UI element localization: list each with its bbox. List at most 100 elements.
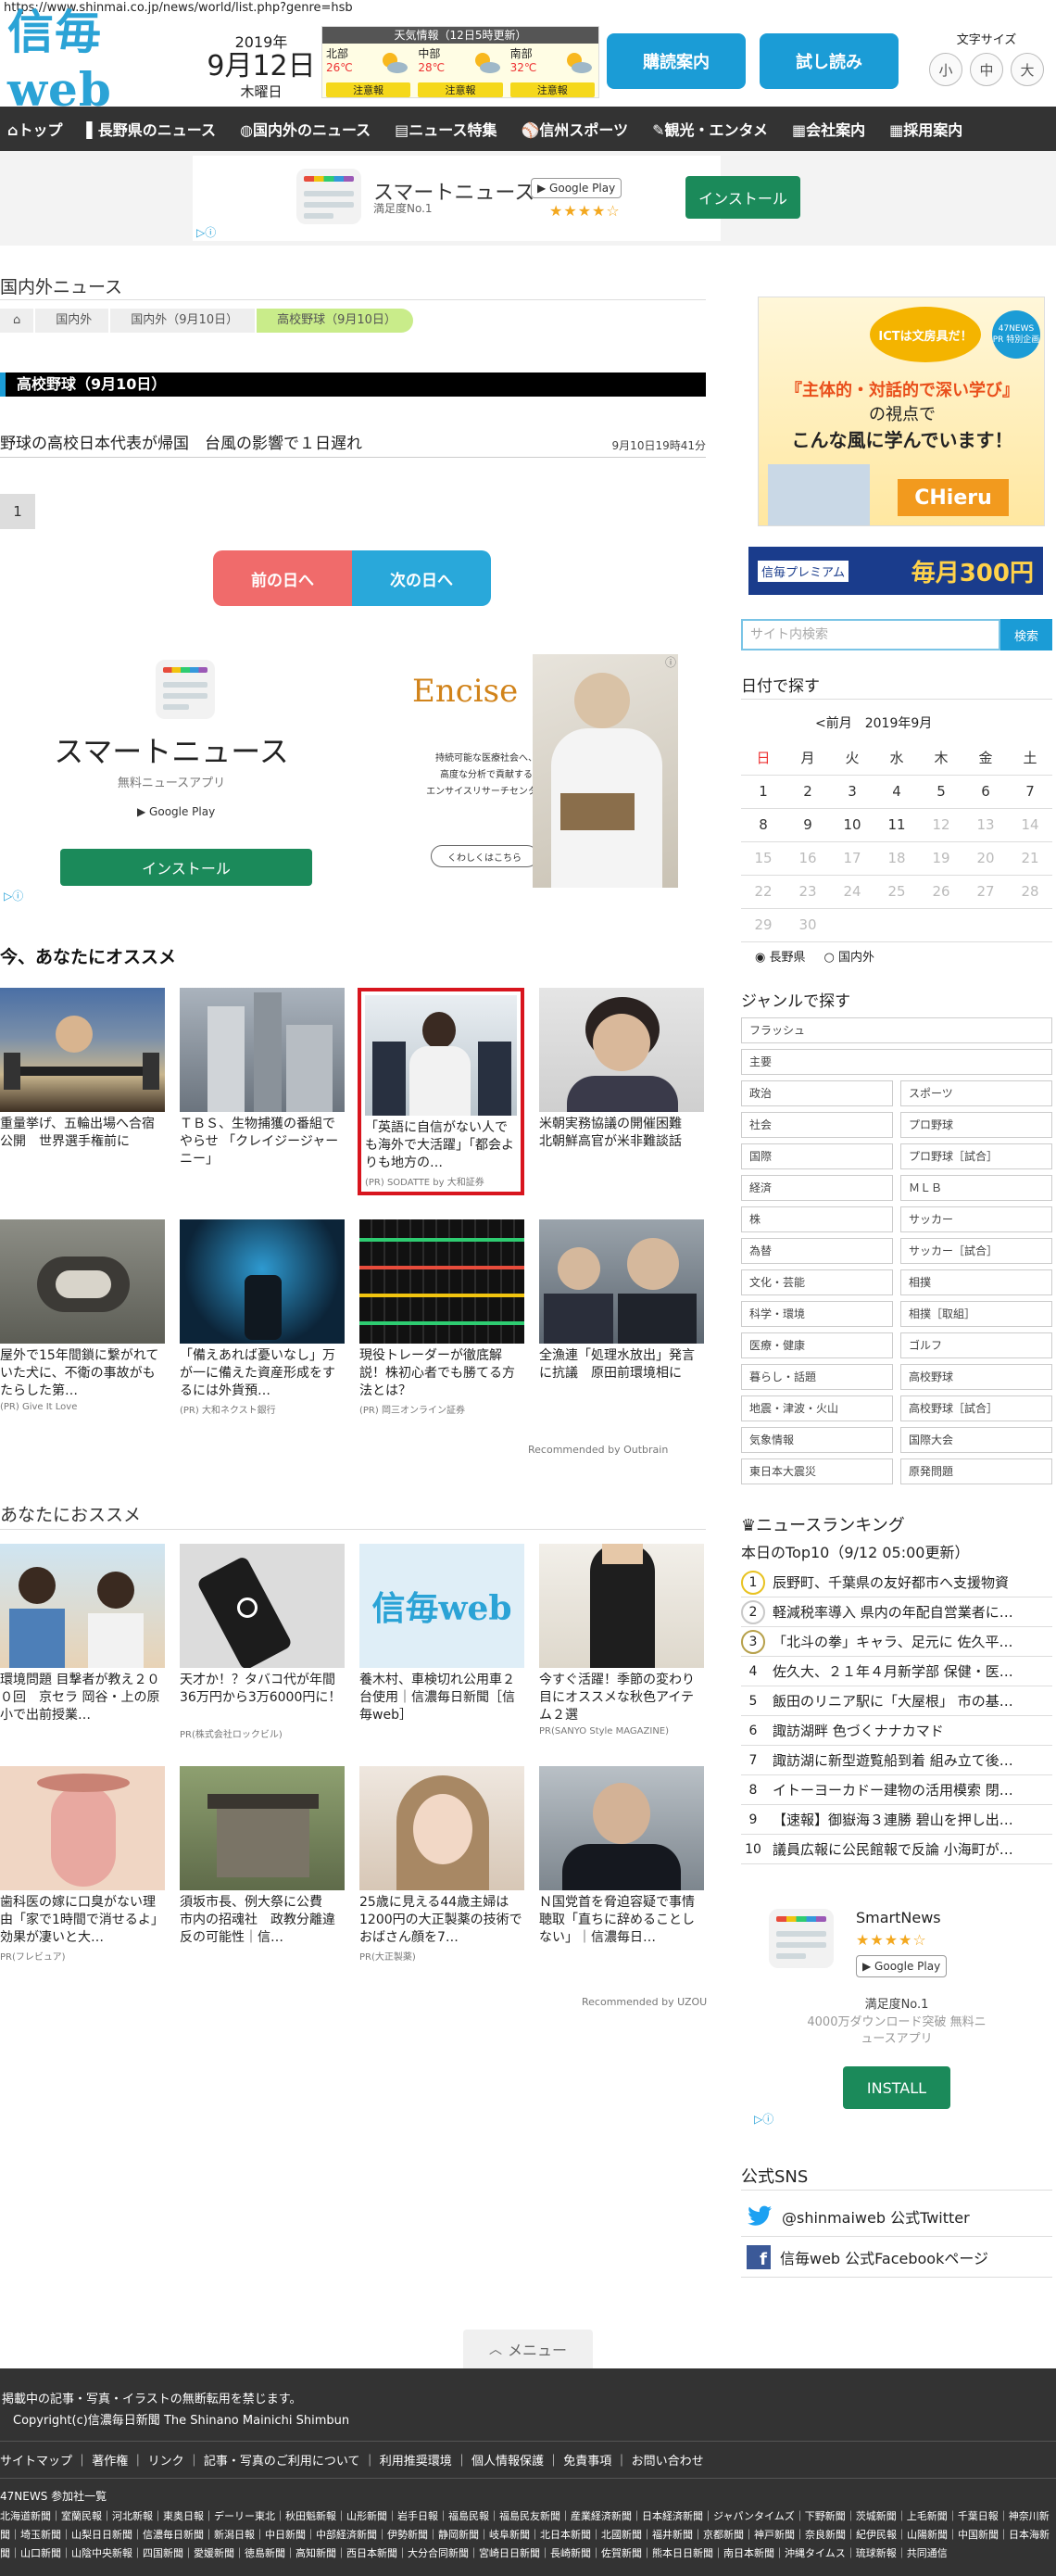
genre-item[interactable]: 国際	[741, 1143, 893, 1169]
top-ad-banner[interactable]: スマートニュース 満足度No.1 ▶ Google Play ★★★★☆ インス…	[193, 156, 800, 241]
font-size-large-button[interactable]: 大	[1011, 53, 1044, 86]
nav-item-top[interactable]: ⌂トップ	[7, 118, 62, 140]
genre-item[interactable]: ゴルフ	[900, 1332, 1052, 1358]
smartnews-ad[interactable]: スマートニュース 無料ニュースアプリ ▶ Google Play インストール …	[0, 654, 343, 906]
calendar-day[interactable]: 11	[874, 808, 919, 842]
nav-item-tourism[interactable]: ✎観光・エンタメ	[652, 118, 768, 140]
recommend-card[interactable]: 全漁連「処理水放出」発言に抗議 原田前環境相に	[539, 1219, 704, 1400]
recommend-card[interactable]: Ｎ国党首を脅迫容疑で事情聴取「直ちに辞めることしない」｜信濃毎日…	[539, 1766, 704, 1947]
facebook-link[interactable]: f 信毎web 公式Facebookページ	[741, 2237, 1052, 2278]
genre-item[interactable]: 相撲［取組］	[900, 1301, 1052, 1327]
recommend-card[interactable]: 環境問題 目撃者が教え２００回 京セラ 岡谷・上の原小で出前授業…	[0, 1544, 165, 1724]
adchoices-icon[interactable]: ⓘ	[665, 654, 676, 670]
search-button[interactable]: 検索	[1000, 619, 1052, 650]
trial-read-button[interactable]: 試し読み	[760, 33, 899, 89]
genre-item[interactable]: ＭＬＢ	[900, 1175, 1052, 1201]
ranking-item[interactable]: 8 イトーヨーカドー建物の活用模索 閉…	[741, 1775, 1052, 1805]
ranking-item[interactable]: 6 諏訪湖畔 色づくナナカマド	[741, 1716, 1052, 1746]
footer-link[interactable]: 個人情報保護	[471, 2455, 544, 2469]
premium-ad-banner[interactable]: 信毎プレミアム 毎月300円	[748, 547, 1043, 595]
ranking-item[interactable]: 1 辰野町、千葉県の友好都市へ支援物資	[741, 1568, 1052, 1597]
genre-item[interactable]: サッカー	[900, 1206, 1052, 1232]
font-size-medium-button[interactable]: 中	[970, 53, 1003, 86]
recommend-card[interactable]: 「備えあれば憂いなし」万が一に備えた資産形成をするには外貨預… (PR) 大和ネ…	[180, 1219, 345, 1416]
genre-item[interactable]: 医療・健康	[741, 1332, 893, 1358]
recommend-card[interactable]: 現役トレーダーが徹底解説！株初心者でも勝てる方法とは？ (PR) 岡三オンライン…	[359, 1219, 524, 1416]
recommend-card[interactable]: 天才か！？タバコ代が年間36万円から3万6000円に！ PR(株式会社ロックビル…	[180, 1544, 345, 1740]
genre-item[interactable]: 気象情報	[741, 1427, 893, 1453]
footer-link[interactable]: サイトマップ	[0, 2455, 72, 2469]
ranking-item[interactable]: 10 議員広報に公民館報で反論 小海町が…	[741, 1835, 1052, 1864]
adchoices-icon[interactable]: ▷ⓘ	[196, 224, 216, 240]
ad-install-button[interactable]: INSTALL	[843, 2066, 950, 2109]
menu-button[interactable]: ︿ メニュー	[463, 2330, 593, 2368]
recommend-card[interactable]: 米朝実務協議の開催困難 北朝鮮高官が米非難談話	[539, 988, 704, 1168]
genre-item[interactable]: 為替	[741, 1238, 893, 1264]
genre-item[interactable]: 科学・環境	[741, 1301, 893, 1327]
genre-item[interactable]: 国際大会	[900, 1427, 1052, 1453]
recommend-card[interactable]: 25歳に見える44歳主婦は1200円の大正製薬の技術でおばさん顔を7… PR(大…	[359, 1766, 524, 1963]
recommended-by-uzou[interactable]: Recommended by UZOU	[582, 1996, 707, 2008]
recommend-card[interactable]: ＴＢＳ、生物捕獲の番組でやらせ 「クレイジージャーニー」	[180, 988, 345, 1168]
nav-item-world[interactable]: ◍国内外のニュース	[240, 118, 371, 140]
genre-item[interactable]: サッカー［試合］	[900, 1238, 1052, 1264]
recommend-card[interactable]: 須坂市長、例大祭に公費 市内の招魂社 政教分離違反の可能性｜信…	[180, 1766, 345, 1947]
radio-world[interactable]: ○ 国内外	[824, 947, 875, 965]
calendar-day[interactable]: 2	[786, 775, 830, 809]
footer-link[interactable]: リンク	[148, 2455, 184, 2469]
page-number-button[interactable]: 1	[0, 494, 35, 529]
ad-more-button[interactable]: くわしくはこちら	[431, 845, 538, 867]
calendar-day[interactable]: 1	[741, 775, 786, 809]
calendar-day[interactable]: 8	[741, 808, 786, 842]
subscribe-button[interactable]: 購読案内	[607, 33, 746, 89]
recommend-card[interactable]: 屋外で15年間鎖に繋がれていた犬に、不衛の事故がもたらした第… (PR) Giv…	[0, 1219, 165, 1412]
site-logo[interactable]: 信毎web	[7, 5, 200, 117]
ranking-item[interactable]: 9 【速報】御嶽海３連勝 碧山を押し出…	[741, 1805, 1052, 1835]
calendar-day[interactable]: 10	[830, 808, 874, 842]
nav-item-company[interactable]: ▦会社案内	[792, 118, 865, 140]
calendar-day[interactable]: 6	[963, 775, 1008, 809]
footer-link[interactable]: お問い合わせ	[632, 2455, 704, 2469]
recommend-card[interactable]: 歯科医の嫁に口臭がない理由「家で1時間で消せるよ」効果が凄いと大… PR(フレビ…	[0, 1766, 165, 1963]
footer-link[interactable]: 著作権	[92, 2455, 128, 2469]
nav-item-nagano[interactable]: ▌長野県のニュース	[86, 118, 216, 140]
ranking-item[interactable]: 7 諏訪湖に新型遊覧船到着 組み立て後…	[741, 1746, 1052, 1775]
breadcrumb-item[interactable]: 国内外	[35, 309, 109, 333]
home-icon[interactable]: ⌂	[0, 309, 34, 333]
adchoices-icon[interactable]: ▷ⓘ	[754, 2111, 773, 2127]
genre-item[interactable]: プロ野球	[900, 1112, 1052, 1138]
article-row[interactable]: 野球の高校日本代表が帰国 台風の影響で１日遅れ 9月10日19時41分	[0, 435, 706, 458]
recommend-card-highlighted[interactable]: 「英語に自信がない人でも海外で大活躍」「都会よりも地方の… (PR) SODAT…	[358, 988, 524, 1195]
calendar-day[interactable]: 5	[919, 775, 963, 809]
genre-item[interactable]: 高校野球	[900, 1364, 1052, 1390]
breadcrumb-item[interactable]: 国内外（9月10日）	[110, 309, 256, 333]
genre-item[interactable]: 主要	[741, 1049, 1052, 1075]
recommend-card[interactable]: 重量挙げ、五輪出場へ合宿公開 世界選手権前に	[0, 988, 165, 1168]
next-day-button[interactable]: 次の日へ	[352, 550, 491, 606]
ranking-item[interactable]: 4 佐久大、２１年４月新学部 保健・医…	[741, 1657, 1052, 1686]
encise-ad[interactable]: Encise 持続可能な医療社会へ、 高度な分析で貢献する エンサイスリサーチセ…	[389, 654, 678, 888]
genre-item[interactable]: フラッシュ	[741, 1017, 1052, 1043]
genre-item[interactable]: スポーツ	[900, 1080, 1052, 1106]
ranking-item[interactable]: 2 軽減税率導入 県内の年配自営業者に…	[741, 1597, 1052, 1627]
genre-item[interactable]: プロ野球［試合］	[900, 1143, 1052, 1169]
article-title[interactable]: 野球の高校日本代表が帰国 台風の影響で１日遅れ	[0, 430, 362, 453]
genre-item[interactable]: 株	[741, 1206, 893, 1232]
ranking-item[interactable]: 5 飯田のリニア駅に「大屋根」 市の基…	[741, 1686, 1052, 1716]
genre-item[interactable]: 相撲	[900, 1269, 1052, 1295]
radio-nagano[interactable]: ◉ 長野県	[755, 947, 806, 965]
adchoices-icon[interactable]: ▷ⓘ	[4, 888, 23, 903]
smartnews-side-ad[interactable]: SmartNews ★★★★☆ ▶ Google Play 満足度No.1 40…	[741, 1900, 1052, 2131]
genre-item[interactable]: 文化・芸能	[741, 1269, 893, 1295]
ad-install-button[interactable]: インストール	[60, 849, 312, 886]
genre-item[interactable]: 政治	[741, 1080, 893, 1106]
genre-item[interactable]: 東日本大震災	[741, 1458, 893, 1484]
genre-item[interactable]: 地震・津波・火山	[741, 1395, 893, 1421]
ad-install-button[interactable]: インストール	[685, 176, 800, 219]
nav-item-recruit[interactable]: ▦採用案内	[889, 118, 962, 140]
ict-ad-banner[interactable]: ICTは文房具だ！ 47NEWS PR 特別企画 『主体的・対話的で深い学び』 …	[758, 297, 1045, 526]
calendar-day[interactable]: 7	[1008, 775, 1052, 809]
genre-item[interactable]: 高校野球［試合］	[900, 1395, 1052, 1421]
genre-item[interactable]: 経済	[741, 1175, 893, 1201]
calendar-day[interactable]: 9	[786, 808, 830, 842]
